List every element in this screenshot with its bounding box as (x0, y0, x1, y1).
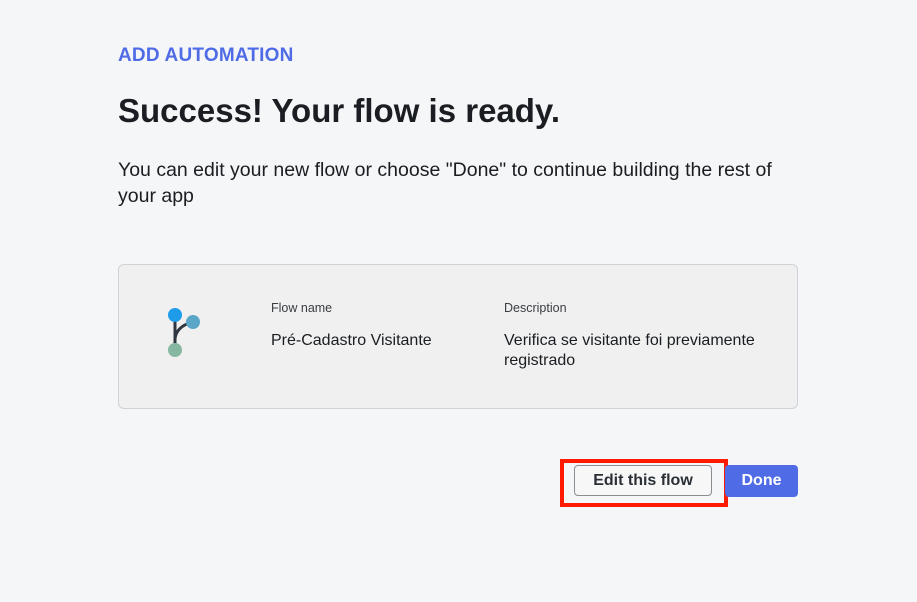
section-eyebrow: ADD AUTOMATION (118, 45, 294, 66)
flow-name-value: Pré-Cadastro Visitante (271, 332, 432, 349)
edit-flow-button[interactable]: Edit this flow (574, 465, 712, 496)
page-subtitle: You can edit your new flow or choose "Do… (118, 159, 772, 207)
flow-description-label: Description (504, 301, 567, 315)
flow-name-column: Flow name Pré-Cadastro Visitante (271, 301, 481, 351)
flow-branch-icon (164, 305, 204, 361)
page-title: Success! Your flow is ready. (118, 92, 561, 129)
flow-summary-card: Flow name Pré-Cadastro Visitante Descrip… (118, 264, 798, 409)
done-button[interactable]: Done (725, 465, 798, 497)
flow-description-value: Verifica se visitante foi previamente re… (504, 332, 755, 369)
flow-name-label: Flow name (271, 301, 333, 315)
flow-description-column: Description Verifica se visitante foi pr… (504, 301, 764, 371)
